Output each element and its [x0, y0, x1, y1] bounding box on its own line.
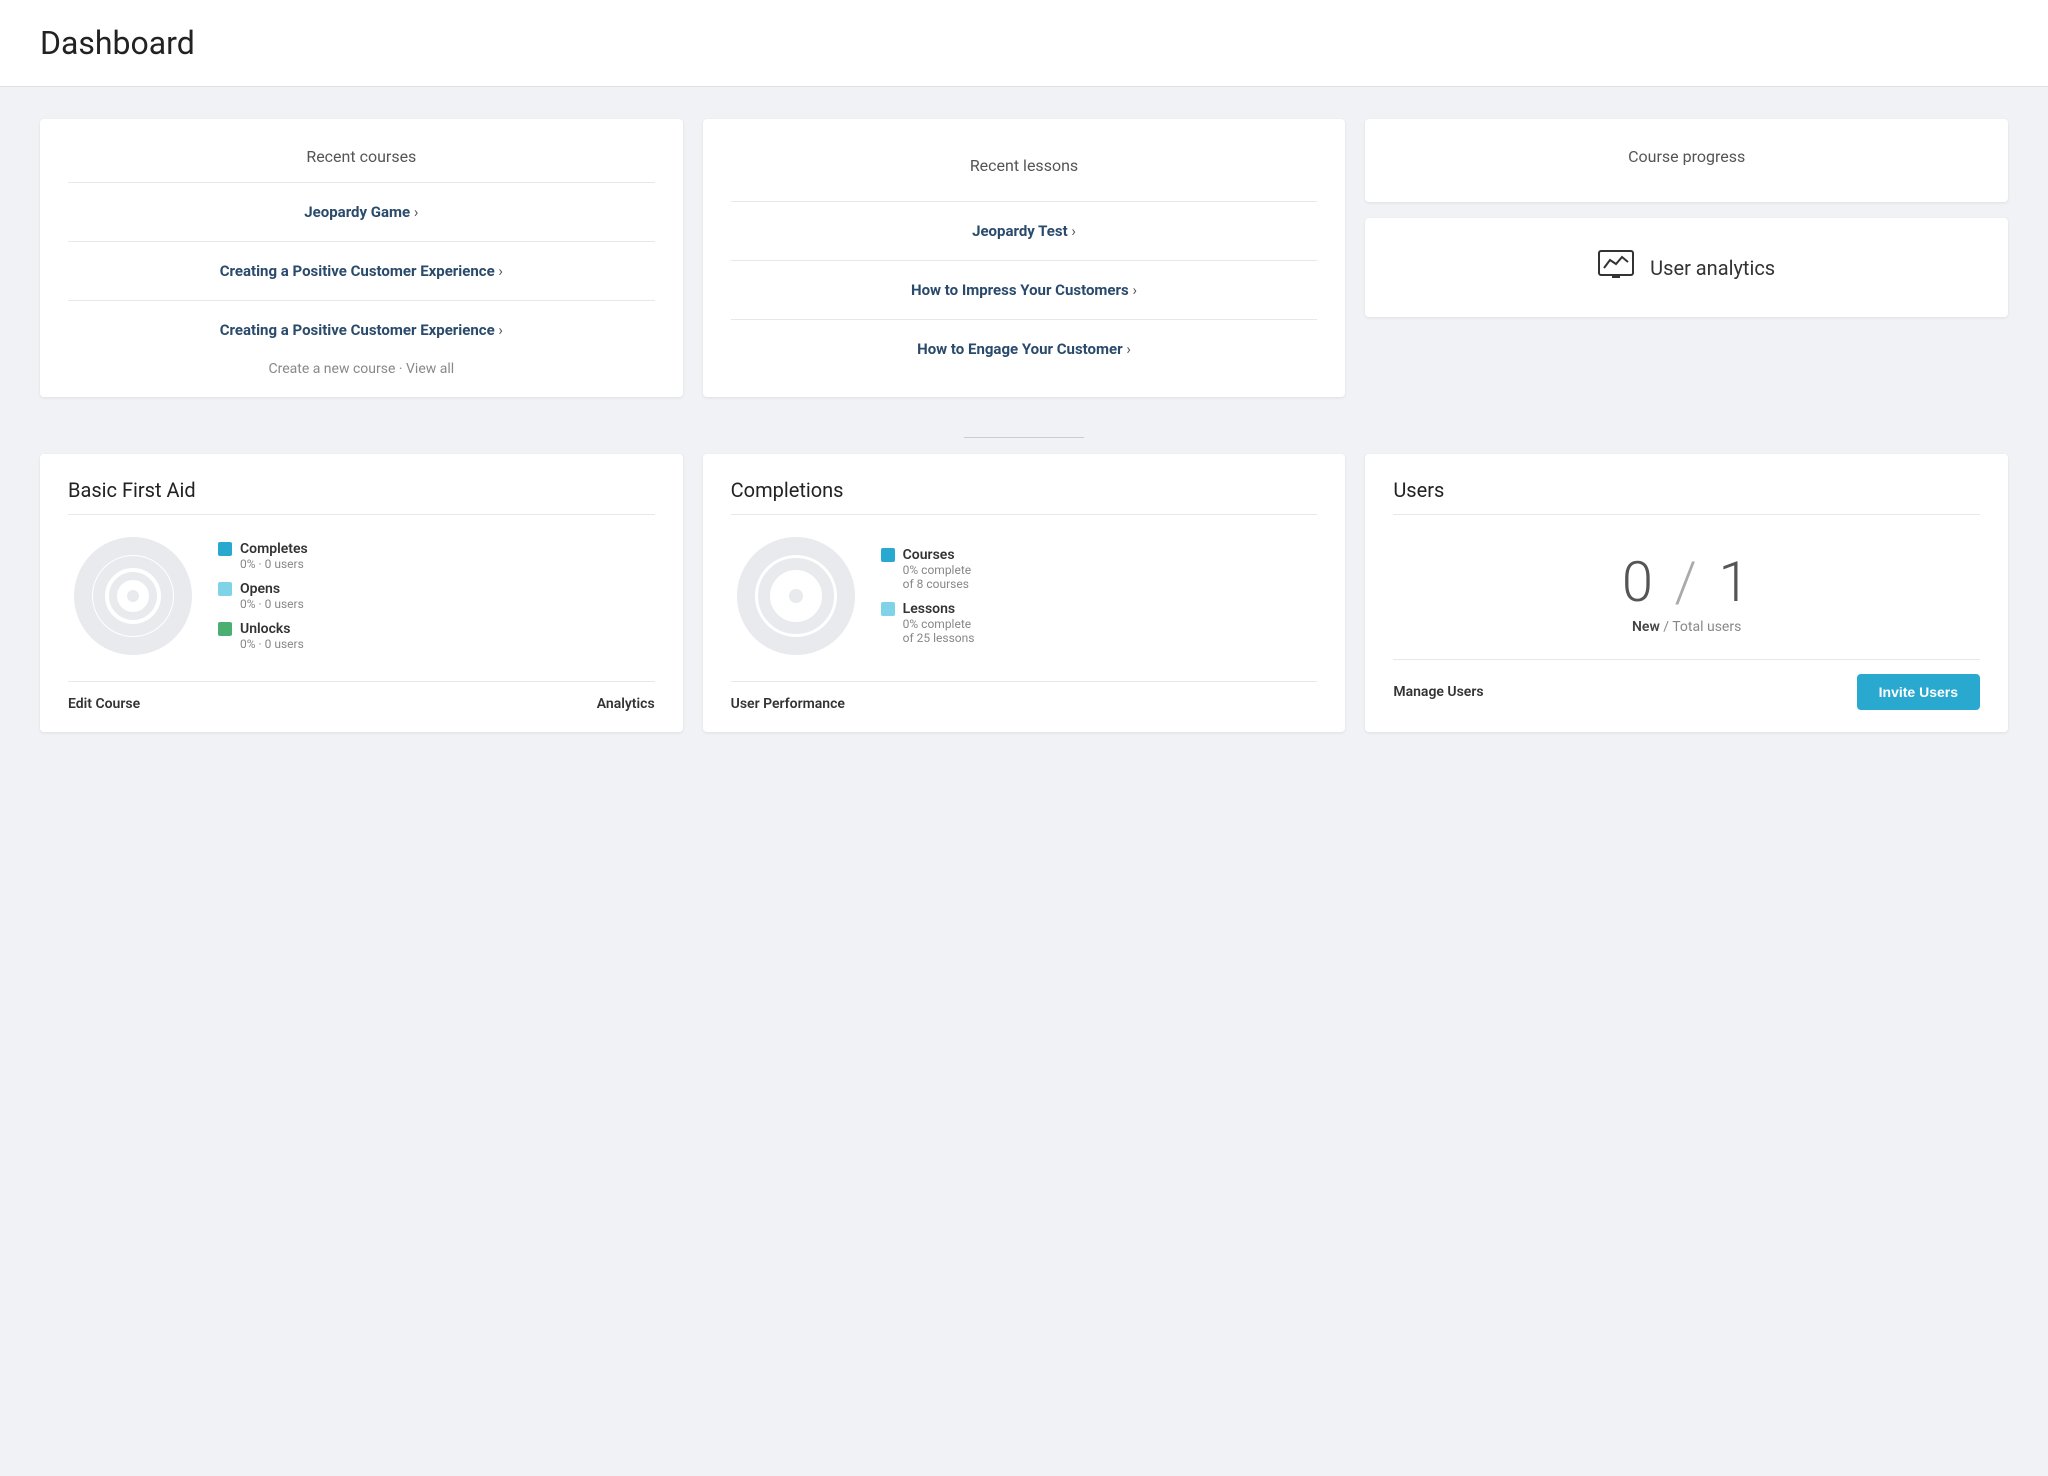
- top-grid: Recent courses Jeopardy Game › Creating …: [40, 119, 2008, 397]
- invite-users-button[interactable]: Invite Users: [1857, 674, 1980, 710]
- completions-card: Completions Courses 0% completeof 8 cour…: [703, 454, 1346, 732]
- legend-completes: Completes 0% · 0 users: [218, 541, 308, 571]
- basic-first-aid-title: Basic First Aid: [68, 478, 655, 502]
- view-all-link[interactable]: View all: [406, 361, 454, 377]
- courses-dot: [881, 548, 895, 562]
- course-link-1[interactable]: Jeopardy Game ›: [68, 193, 655, 231]
- separator: [40, 429, 2008, 454]
- recent-courses-card: Recent courses Jeopardy Game › Creating …: [40, 119, 683, 397]
- course-link-2[interactable]: Creating a Positive Customer Experience …: [68, 252, 655, 290]
- users-stat: 0 / 1 New / Total users: [1393, 525, 1980, 651]
- right-column: Course progress User analytics: [1365, 119, 2008, 397]
- user-performance-link[interactable]: User Performance: [731, 696, 845, 712]
- basic-first-aid-donut: [68, 531, 198, 661]
- recent-courses-title: Recent courses: [68, 147, 655, 166]
- recent-lessons-title: Recent lessons: [731, 156, 1318, 175]
- legend-opens: Opens 0% · 0 users: [218, 581, 308, 611]
- main-content: Recent courses Jeopardy Game › Creating …: [0, 87, 2048, 764]
- legend-lessons: Lessons 0% completeof 25 lessons: [881, 601, 975, 645]
- legend-courses: Courses 0% completeof 8 courses: [881, 547, 975, 591]
- header: Dashboard: [0, 0, 2048, 87]
- opens-dot: [218, 582, 232, 596]
- legend-unlocks: Unlocks 0% · 0 users: [218, 621, 308, 651]
- users-number: 0 / 1: [1393, 549, 1980, 615]
- course-progress-card: Course progress: [1365, 119, 2008, 202]
- create-row: Create a new course · View all: [68, 361, 655, 377]
- completions-donut: [731, 531, 861, 661]
- user-analytics-label: User analytics: [1650, 256, 1775, 280]
- analytics-icon: [1598, 250, 1634, 285]
- basic-first-aid-legend: Completes 0% · 0 users Opens 0% · 0 user…: [218, 541, 308, 651]
- lesson-link-3[interactable]: How to Engage Your Customer ›: [731, 330, 1318, 368]
- basic-first-aid-card: Basic First Aid Completes 0% · 0 user: [40, 454, 683, 732]
- completions-chart-area: Courses 0% completeof 8 courses Lessons …: [731, 531, 1318, 661]
- basic-first-aid-footer: Edit Course Analytics: [68, 681, 655, 712]
- basic-first-aid-chart-area: Completes 0% · 0 users Opens 0% · 0 user…: [68, 531, 655, 661]
- users-footer: Manage Users Invite Users: [1393, 659, 1980, 710]
- create-new-course-link[interactable]: Create a new course: [268, 361, 395, 377]
- lessons-dot: [881, 602, 895, 616]
- completions-title: Completions: [731, 478, 1318, 502]
- users-label: New / Total users: [1393, 619, 1980, 635]
- completions-footer: User Performance: [731, 681, 1318, 712]
- user-analytics-card[interactable]: User analytics: [1365, 218, 2008, 317]
- users-card: Users 0 / 1 New / Total users Manage Use…: [1365, 454, 2008, 732]
- edit-course-link[interactable]: Edit Course: [68, 696, 140, 712]
- course-progress-title: Course progress: [1393, 147, 1980, 166]
- users-title: Users: [1393, 478, 1980, 502]
- unlocks-dot: [218, 622, 232, 636]
- lesson-link-1[interactable]: Jeopardy Test ›: [731, 212, 1318, 250]
- manage-users-link[interactable]: Manage Users: [1393, 684, 1483, 700]
- page-title: Dashboard: [40, 24, 2008, 62]
- analytics-link[interactable]: Analytics: [597, 696, 655, 712]
- bottom-grid: Basic First Aid Completes 0% · 0 user: [40, 454, 2008, 732]
- lesson-link-2[interactable]: How to Impress Your Customers ›: [731, 271, 1318, 309]
- recent-lessons-card: Recent lessons Jeopardy Test › How to Im…: [703, 119, 1346, 397]
- completions-legend: Courses 0% completeof 8 courses Lessons …: [881, 547, 975, 645]
- completes-dot: [218, 542, 232, 556]
- course-link-3[interactable]: Creating a Positive Customer Experience …: [68, 311, 655, 349]
